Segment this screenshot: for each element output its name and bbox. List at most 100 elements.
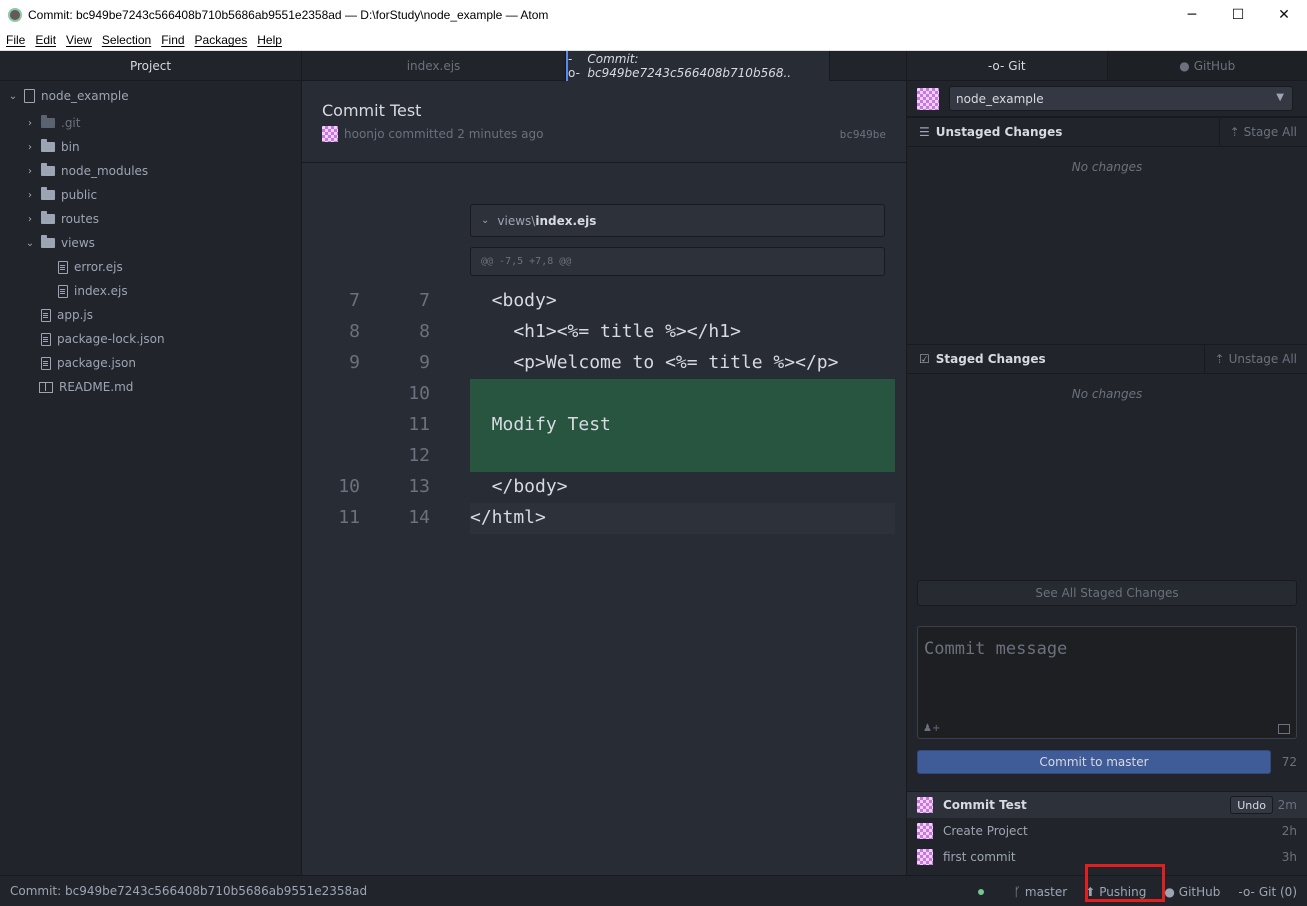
- recent-commit-message: Commit Test: [943, 798, 1027, 812]
- undo-button[interactable]: Undo: [1230, 796, 1273, 814]
- tree-item-package-lock-json[interactable]: package-lock.json: [41, 327, 165, 351]
- line-code[interactable]: Modify Test: [470, 414, 611, 435]
- recent-commit-time: 2m: [1277, 798, 1297, 812]
- tree-root-label: node_example: [41, 89, 129, 103]
- tree-item-label: index.ejs: [74, 284, 128, 298]
- line-code[interactable]: <body>: [470, 290, 557, 311]
- chevron-down-icon: ⌄: [481, 215, 490, 226]
- diff-line: 9 9 <p>Welcome to <%= title %></p>: [302, 348, 895, 379]
- diff-line: 10 13 </body>: [302, 472, 895, 503]
- stage-all-label: Stage All: [1243, 125, 1297, 139]
- folder-icon: [41, 187, 55, 200]
- tree-item-label: README.md: [59, 380, 134, 394]
- recent-commit-message: first commit: [943, 850, 1016, 864]
- folder-icon: [41, 115, 55, 128]
- tree-item-app-js[interactable]: app.js: [41, 303, 93, 327]
- old-line-number: 9: [349, 352, 360, 373]
- new-line-number: 8: [419, 321, 430, 342]
- tree-item-label: package-lock.json: [57, 332, 165, 346]
- file-icon: [58, 284, 68, 298]
- folder-icon: [41, 235, 55, 248]
- window-title: Commit: bc949be7243c566408b710b5686ab955…: [28, 8, 549, 22]
- upload-icon: ⇡: [1229, 125, 1240, 139]
- diff-line: 7 7 <body>: [302, 286, 895, 317]
- editor-pane: index.ejs -o- Commit: bc949be7243c566408…: [302, 51, 906, 875]
- tree-item-public-folder[interactable]: › public: [23, 183, 97, 207]
- list-icon: ☰: [919, 125, 930, 139]
- menu-packages[interactable]: Packages: [191, 33, 252, 47]
- menu-file[interactable]: File: [2, 33, 29, 47]
- menu-view[interactable]: View: [62, 33, 96, 47]
- status-branch[interactable]: ᚴ master: [1014, 885, 1068, 899]
- tab-index-ejs[interactable]: index.ejs: [302, 51, 566, 81]
- status-git[interactable]: -o- Git (0): [1238, 885, 1297, 899]
- line-code[interactable]: </body>: [470, 476, 568, 497]
- expand-icon[interactable]: [1278, 724, 1290, 734]
- tree-item-package-json[interactable]: package.json: [41, 351, 136, 375]
- hunk-header: @@ -7,5 +7,8 @@: [470, 247, 885, 276]
- avatar: [917, 797, 933, 813]
- add-coauthor-icon[interactable]: ♟+: [923, 723, 940, 734]
- tree-item-index-ejs[interactable]: index.ejs: [58, 279, 128, 303]
- status-github[interactable]: ● GitHub: [1164, 885, 1220, 899]
- project-tree-header[interactable]: Project: [0, 51, 301, 81]
- line-code[interactable]: <p>Welcome to <%= title %></p>: [470, 352, 838, 373]
- tree-item-label: bin: [61, 140, 80, 154]
- staged-changes-label: Staged Changes: [935, 352, 1046, 366]
- tree-item-bin-folder[interactable]: › bin: [23, 135, 80, 159]
- file-icon: [41, 308, 51, 322]
- tree-item-views-folder[interactable]: ⌄ views: [23, 231, 95, 255]
- tab-commit[interactable]: -o- Commit: bc949be7243c566408b710b568..: [566, 51, 830, 81]
- tab-github[interactable]: ● GitHub: [1106, 51, 1307, 80]
- menu-selection[interactable]: Selection: [98, 33, 155, 47]
- chevron-right-icon: ›: [28, 117, 32, 129]
- stage-all-button[interactable]: ⇡ Stage All: [1218, 118, 1307, 146]
- diff-line-added: 11 Modify Test: [302, 410, 895, 441]
- commit-message-editor[interactable]: Commit message ♟+: [917, 626, 1297, 739]
- github-label: GitHub: [1178, 884, 1221, 899]
- file-dir: views\: [497, 213, 536, 228]
- line-code[interactable]: </html>: [470, 507, 546, 528]
- status-commit-info[interactable]: Commit: bc949be7243c566408b710b5686ab955…: [10, 884, 367, 898]
- unstage-all-button[interactable]: ⇡ Unstage All: [1203, 345, 1307, 373]
- file-icon: [41, 356, 51, 370]
- tab-label: GitHub: [1193, 58, 1236, 73]
- commit-header: Commit Test hoonjo committed 2 minutes a…: [302, 81, 906, 163]
- checklist-icon: ☑: [919, 352, 930, 366]
- tree-item-routes-folder[interactable]: › routes: [23, 207, 99, 231]
- recent-commit-item[interactable]: Commit Test Undo 2m: [907, 792, 1307, 818]
- close-button[interactable]: ✕: [1261, 0, 1307, 30]
- menu-help[interactable]: Help: [253, 33, 286, 47]
- unstage-all-label: Unstage All: [1228, 352, 1297, 366]
- branch-label: master: [1024, 884, 1068, 899]
- repo-selector-row: node_example ▼: [907, 81, 1307, 117]
- avatar: [917, 87, 939, 110]
- minimize-button[interactable]: ─: [1169, 0, 1215, 30]
- pushing-highlight-box: [1085, 864, 1165, 902]
- tree-item-label: error.ejs: [74, 260, 123, 274]
- tab-git[interactable]: -o- Git: [907, 51, 1107, 80]
- chevron-right-icon: ›: [28, 141, 32, 153]
- tab-label: Commit: bc949be7243c566408b710b568..: [587, 52, 792, 80]
- see-all-staged-changes-button[interactable]: See All Staged Changes: [917, 580, 1297, 606]
- remaining-chars-counter: 72: [1281, 755, 1297, 769]
- editor-tab-bar: index.ejs -o- Commit: bc949be7243c566408…: [302, 51, 906, 81]
- menu-edit[interactable]: Edit: [31, 33, 60, 47]
- menu-find[interactable]: Find: [157, 33, 188, 47]
- commit-message-placeholder: Commit message: [924, 639, 1068, 659]
- tree-item-node-modules-folder[interactable]: › node_modules: [23, 159, 148, 183]
- line-background: [470, 379, 895, 410]
- maximize-button[interactable]: ☐: [1215, 0, 1261, 30]
- repo-select[interactable]: node_example ▼: [949, 86, 1293, 111]
- file-patch-header[interactable]: ⌄ views\ index.ejs: [470, 204, 885, 237]
- line-code[interactable]: <h1><%= title %></h1>: [470, 321, 741, 342]
- tree-item-git-folder[interactable]: › .git: [23, 111, 80, 135]
- commit-short-sha[interactable]: bc949be: [840, 128, 886, 141]
- tree-root-node-example[interactable]: ⌄ node_example: [6, 84, 129, 108]
- new-line-number: 9: [419, 352, 430, 373]
- tree-item-error-ejs[interactable]: error.ejs: [58, 255, 123, 279]
- recent-commit-item[interactable]: Create Project 2h: [907, 818, 1307, 844]
- tree-item-label: public: [61, 188, 98, 202]
- tree-item-readme-md[interactable]: README.md: [39, 375, 133, 399]
- commit-button[interactable]: Commit to master: [917, 750, 1271, 774]
